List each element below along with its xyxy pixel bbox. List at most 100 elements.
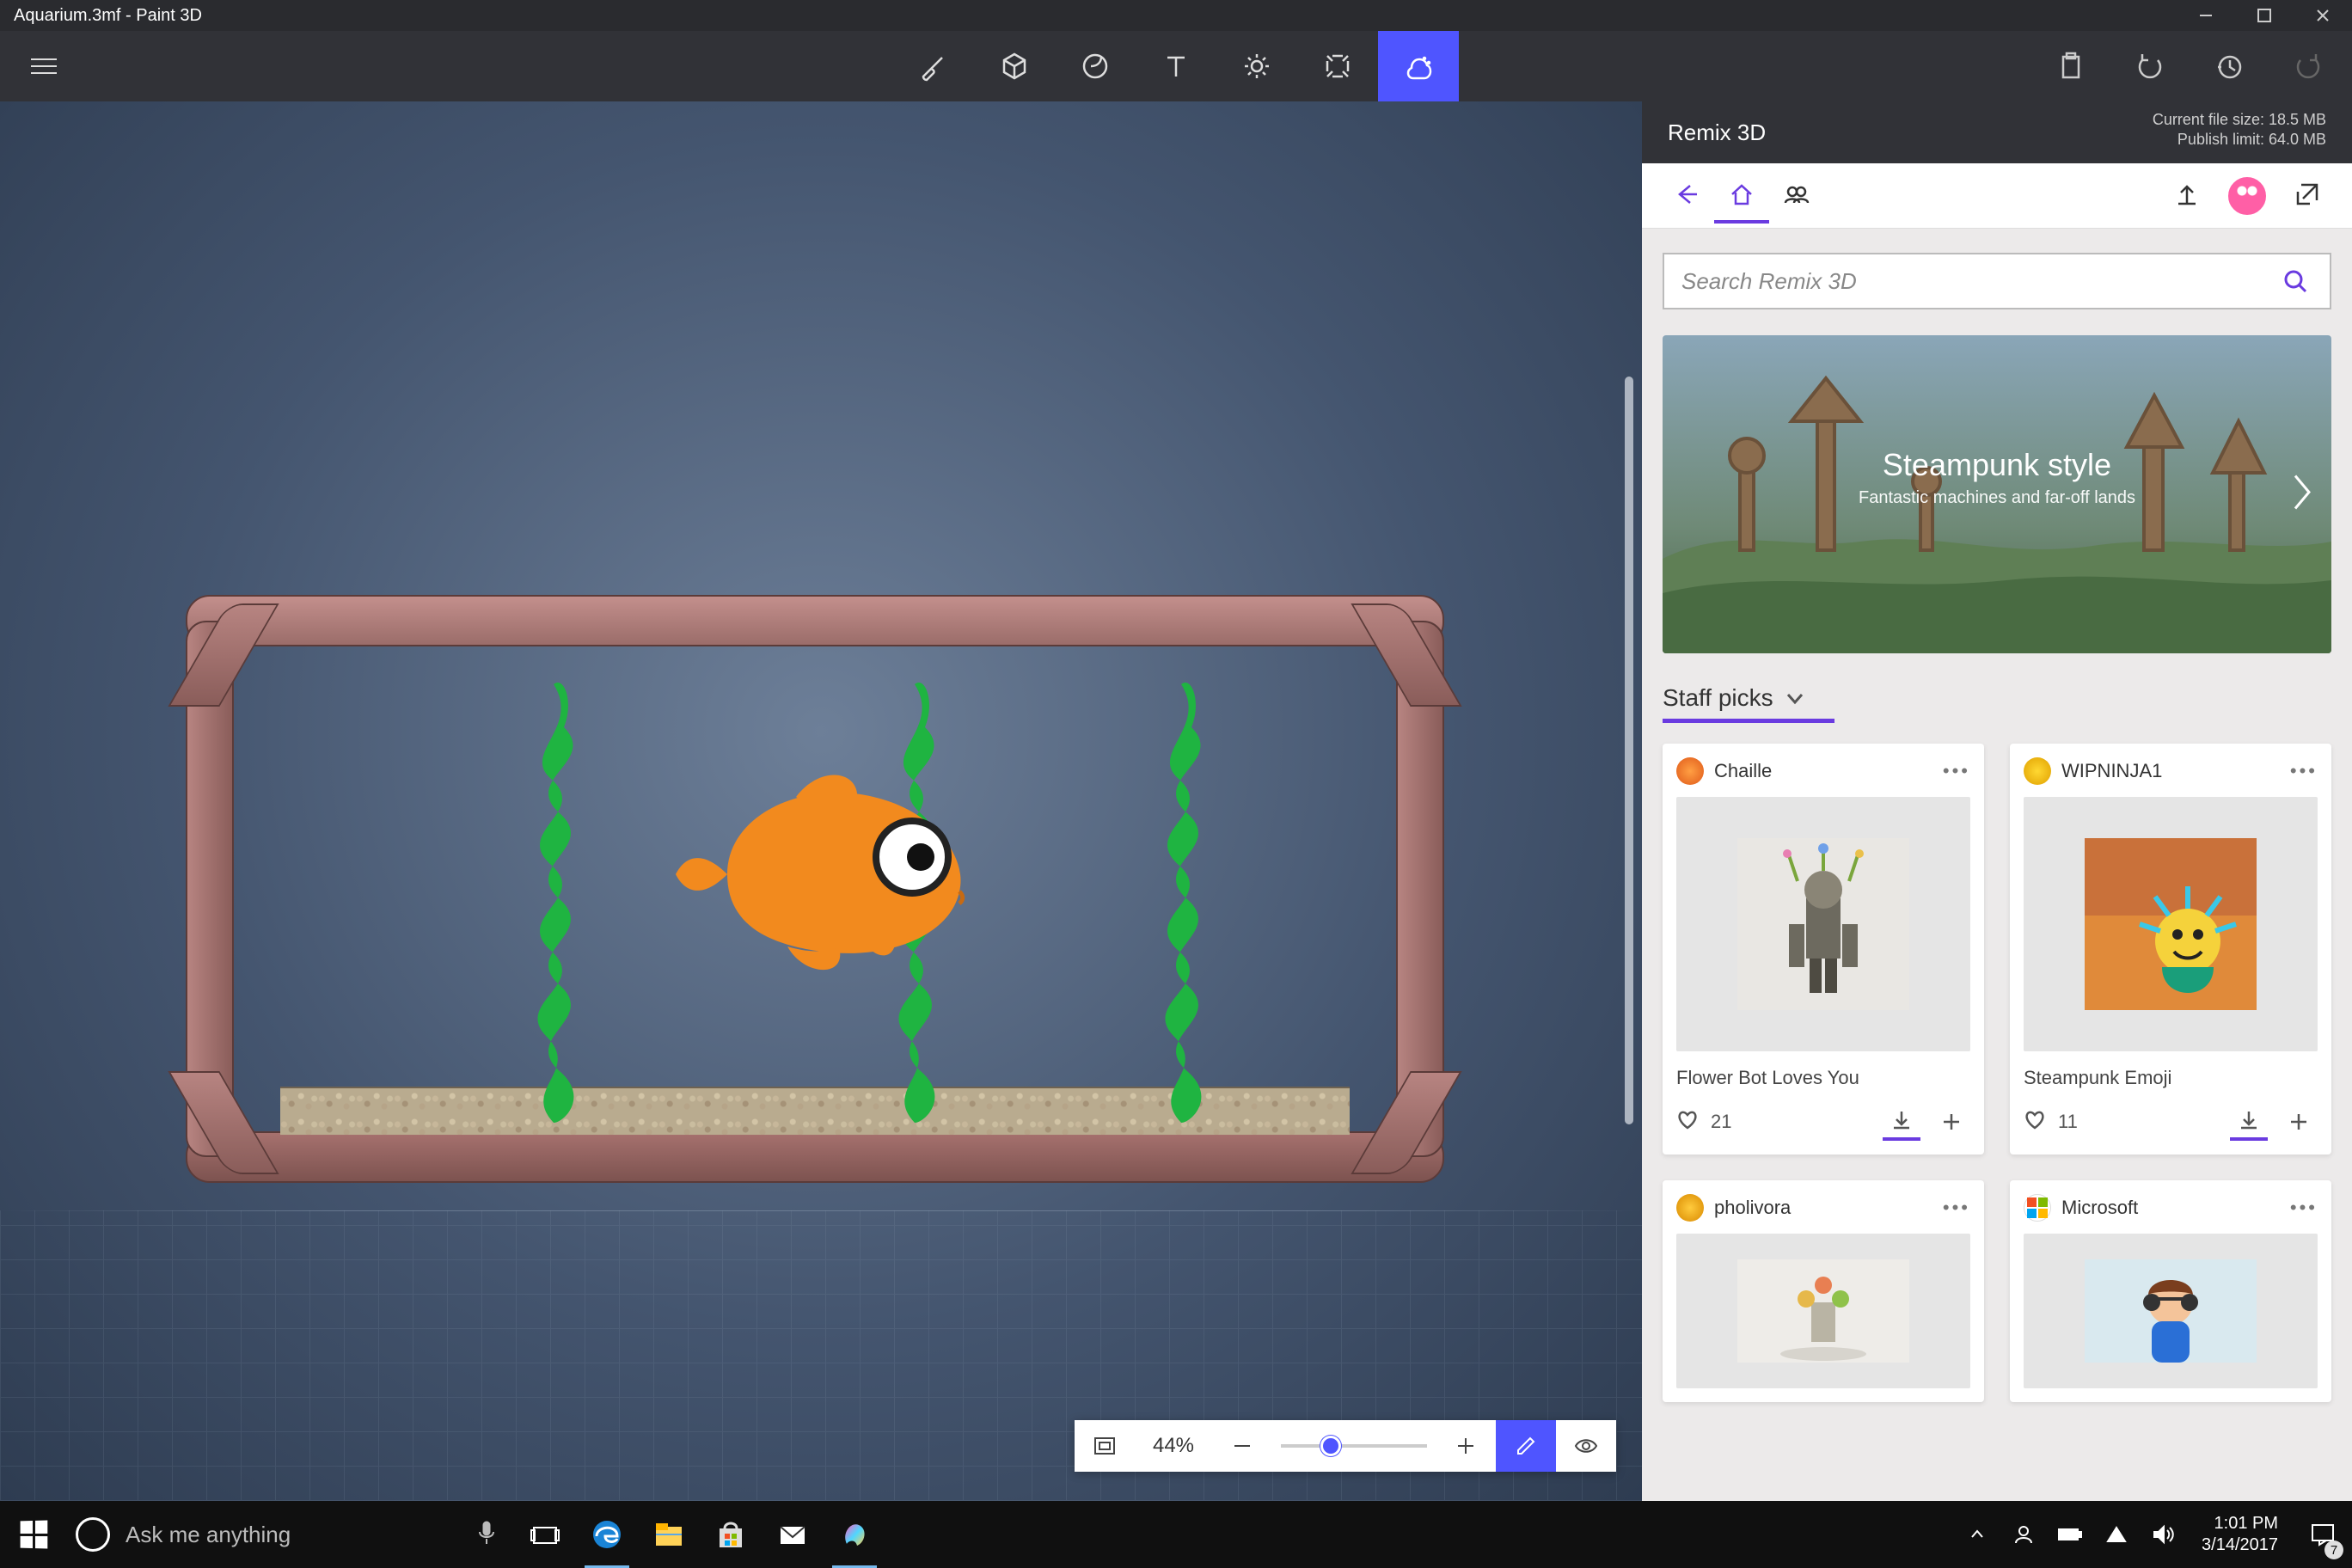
upload-button[interactable] xyxy=(2159,168,2214,224)
side-panel: Remix 3D Current file size: 18.5 MB Publ… xyxy=(1642,101,2352,1501)
card-user: Chaille xyxy=(1714,760,1772,782)
cortana-search[interactable]: Ask me anything xyxy=(67,1501,514,1568)
window-title: Aquarium.3mf - Paint 3D xyxy=(14,6,202,26)
card-avatar xyxy=(1676,757,1704,785)
tray-chevron[interactable] xyxy=(1954,1501,2000,1568)
card-avatar xyxy=(1676,1194,1704,1222)
taskbar-app-edge[interactable] xyxy=(576,1501,638,1568)
notif-badge: 7 xyxy=(2324,1540,2343,1559)
aquarium-frame-top xyxy=(186,595,1444,646)
cortana-icon xyxy=(76,1517,110,1552)
hero-title: Steampunk style xyxy=(1663,447,2331,483)
aquarium-model[interactable] xyxy=(186,595,1444,1183)
open-external-button[interactable] xyxy=(2280,168,2335,224)
fish-model xyxy=(676,763,994,986)
add-button[interactable] xyxy=(1932,1103,1970,1141)
history-button[interactable] xyxy=(2211,48,2247,84)
action-center-button[interactable]: 7 xyxy=(2294,1501,2352,1568)
canvas-scrollbar[interactable] xyxy=(1625,377,1633,1124)
caption-buttons xyxy=(2177,0,2352,31)
chevron-down-icon xyxy=(1784,687,1806,709)
menu-button[interactable] xyxy=(31,49,65,83)
card-avatar xyxy=(2024,757,2051,785)
tray-network[interactable] xyxy=(2093,1501,2140,1568)
tool-remix3d[interactable] xyxy=(1378,31,1459,101)
tool-brushes[interactable] xyxy=(893,31,974,101)
card-user: WIPNINJA1 xyxy=(2061,760,2162,782)
search-box xyxy=(1663,253,2331,309)
card-grid: Chaille ••• xyxy=(1663,744,2331,1402)
tool-3d-objects[interactable] xyxy=(974,31,1055,101)
fit-screen-button[interactable] xyxy=(1075,1420,1135,1472)
hero-next-button[interactable] xyxy=(2288,471,2314,518)
ribbon-right xyxy=(2053,31,2326,101)
search-button[interactable] xyxy=(2278,264,2312,298)
download-button[interactable] xyxy=(2230,1103,2268,1141)
minimize-button[interactable] xyxy=(2177,0,2235,31)
close-button[interactable] xyxy=(2294,0,2352,31)
maximize-button[interactable] xyxy=(2235,0,2294,31)
home-tab[interactable] xyxy=(1714,168,1769,224)
taskbar-app-mail[interactable] xyxy=(762,1501,824,1568)
titlebar: Aquarium.3mf - Paint 3D xyxy=(0,0,2352,31)
card-user: pholivora xyxy=(1714,1197,1791,1219)
mic-icon[interactable] xyxy=(476,1520,497,1550)
model-card[interactable]: Chaille ••• xyxy=(1663,744,1984,1155)
card-thumbnail xyxy=(1676,1234,1970,1388)
section-title[interactable]: Staff picks xyxy=(1663,684,2331,712)
add-button[interactable] xyxy=(2280,1103,2318,1141)
card-more-button[interactable]: ••• xyxy=(2290,1197,2318,1219)
taskbar-app-paint3d[interactable] xyxy=(824,1501,885,1568)
user-avatar[interactable] xyxy=(2228,177,2266,215)
tool-effects[interactable] xyxy=(1216,31,1297,101)
file-size-text: Current file size: 18.5 MB xyxy=(2153,110,2326,130)
heart-icon xyxy=(1676,1109,1699,1136)
canvas[interactable]: 44% xyxy=(0,101,1642,1501)
start-button[interactable] xyxy=(0,1501,67,1568)
seaweed-1 xyxy=(512,667,595,1123)
panel-body[interactable]: Steampunk style Fantastic machines and f… xyxy=(1642,229,2352,1501)
hero-banner[interactable]: Steampunk style Fantastic machines and f… xyxy=(1663,335,2331,653)
paste-button[interactable] xyxy=(2053,48,2089,84)
tray-battery[interactable] xyxy=(2047,1501,2093,1568)
card-user: Microsoft xyxy=(2061,1197,2138,1219)
model-card[interactable]: WIPNINJA1 ••• xyxy=(2010,744,2331,1155)
tool-stickers[interactable] xyxy=(1055,31,1136,101)
search-input[interactable] xyxy=(1681,268,2278,295)
card-likes: 11 xyxy=(2058,1111,2078,1133)
seaweed-3 xyxy=(1140,667,1222,1123)
heart-icon xyxy=(2024,1109,2046,1136)
hero-text: Steampunk style Fantastic machines and f… xyxy=(1663,447,2331,508)
taskbar: Ask me anything 1:01 PM 3/14/2017 7 xyxy=(0,1501,2352,1568)
card-more-button[interactable]: ••• xyxy=(2290,760,2318,782)
download-button[interactable] xyxy=(1883,1103,1920,1141)
redo-button[interactable] xyxy=(2290,48,2326,84)
card-avatar xyxy=(2024,1194,2051,1222)
zoom-slider[interactable] xyxy=(1281,1444,1427,1448)
ribbon xyxy=(0,31,2352,101)
tray-clock[interactable]: 1:01 PM 3/14/2017 xyxy=(2186,1513,2294,1556)
card-more-button[interactable]: ••• xyxy=(1943,760,1970,782)
tool-canvas[interactable] xyxy=(1297,31,1378,101)
tray-date: 3/14/2017 xyxy=(2202,1534,2278,1556)
tray-volume[interactable] xyxy=(2140,1501,2186,1568)
taskbar-app-explorer[interactable] xyxy=(638,1501,700,1568)
community-tab[interactable] xyxy=(1769,168,1824,224)
zoom-in-button[interactable] xyxy=(1436,1420,1496,1472)
model-card[interactable]: pholivora ••• xyxy=(1663,1180,1984,1402)
tool-text[interactable] xyxy=(1136,31,1216,101)
back-button[interactable] xyxy=(1659,168,1714,224)
card-thumbnail xyxy=(1676,797,1970,1051)
panel-nav xyxy=(1642,163,2352,229)
model-card[interactable]: Microsoft ••• xyxy=(2010,1180,2331,1402)
zoom-out-button[interactable] xyxy=(1212,1420,1272,1472)
card-title: Flower Bot Loves You xyxy=(1676,1067,1970,1089)
tray-people[interactable] xyxy=(2000,1501,2047,1568)
task-view-button[interactable] xyxy=(514,1501,576,1568)
view-mode-edit[interactable] xyxy=(1496,1420,1556,1472)
card-more-button[interactable]: ••• xyxy=(1943,1197,1970,1219)
view-mode-eye[interactable] xyxy=(1556,1420,1616,1472)
undo-button[interactable] xyxy=(2132,48,2168,84)
taskbar-app-store[interactable] xyxy=(700,1501,762,1568)
zoom-thumb[interactable] xyxy=(1320,1436,1341,1456)
